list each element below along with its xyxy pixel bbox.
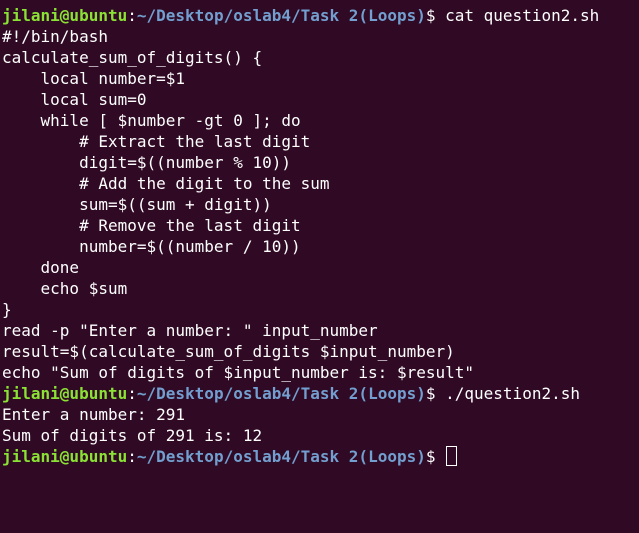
prompt-user-host: jilani@ubuntu: [2, 447, 128, 466]
output-line: calculate_sum_of_digits() {: [2, 48, 263, 67]
output-line: number=$((number / 10)): [2, 237, 301, 256]
output-line: read -p "Enter a number: " input_number: [2, 321, 378, 340]
output-line: sum=$((sum + digit)): [2, 195, 272, 214]
prompt-user-host: jilani@ubuntu: [2, 384, 128, 403]
prompt-symbol: $: [425, 447, 446, 466]
prompt-separator: :: [127, 447, 137, 466]
output-line: Sum of digits of 291 is: 12: [2, 426, 263, 445]
output-line: local number=$1: [2, 69, 186, 88]
output-line: # Extract the last digit: [2, 132, 311, 151]
output-line: Enter a number: 291: [2, 405, 186, 424]
prompt-separator: :: [127, 6, 137, 25]
output-line: while [ $number -gt 0 ]; do: [2, 111, 301, 130]
prompt-line: jilani@ubuntu:~/Desktop/oslab4/Task 2(Lo…: [2, 5, 639, 26]
output-line: echo "Sum of digits of $input_number is:…: [2, 363, 475, 382]
prompt-symbol: $: [425, 6, 446, 25]
command-text: ./question2.sh: [445, 384, 580, 403]
output-line: # Remove the last digit: [2, 216, 301, 235]
prompt-line: jilani@ubuntu:~/Desktop/oslab4/Task 2(Lo…: [2, 383, 639, 404]
output-line: done: [2, 258, 80, 277]
output-line: }: [2, 300, 12, 319]
prompt-path: ~/Desktop/oslab4/Task 2(Loops): [136, 447, 426, 466]
output-line: digit=$((number % 10)): [2, 153, 291, 172]
prompt-path: ~/Desktop/oslab4/Task 2(Loops): [136, 384, 426, 403]
prompt-user-host: jilani@ubuntu: [2, 6, 128, 25]
output-line: result=$(calculate_sum_of_digits $input_…: [2, 342, 455, 361]
output-line: echo $sum: [2, 279, 128, 298]
active-prompt-line[interactable]: jilani@ubuntu:~/Desktop/oslab4/Task 2(Lo…: [2, 446, 639, 467]
command-text: cat question2.sh: [445, 6, 600, 25]
output-line: # Add the digit to the sum: [2, 174, 330, 193]
prompt-separator: :: [127, 384, 137, 403]
terminal-window[interactable]: jilani@ubuntu:~/Desktop/oslab4/Task 2(Lo…: [0, 0, 639, 533]
prompt-path: ~/Desktop/oslab4/Task 2(Loops): [136, 6, 426, 25]
text-cursor: [446, 446, 458, 466]
output-line: #!/bin/bash: [2, 27, 108, 46]
prompt-symbol: $: [425, 384, 446, 403]
output-line: local sum=0: [2, 90, 147, 109]
